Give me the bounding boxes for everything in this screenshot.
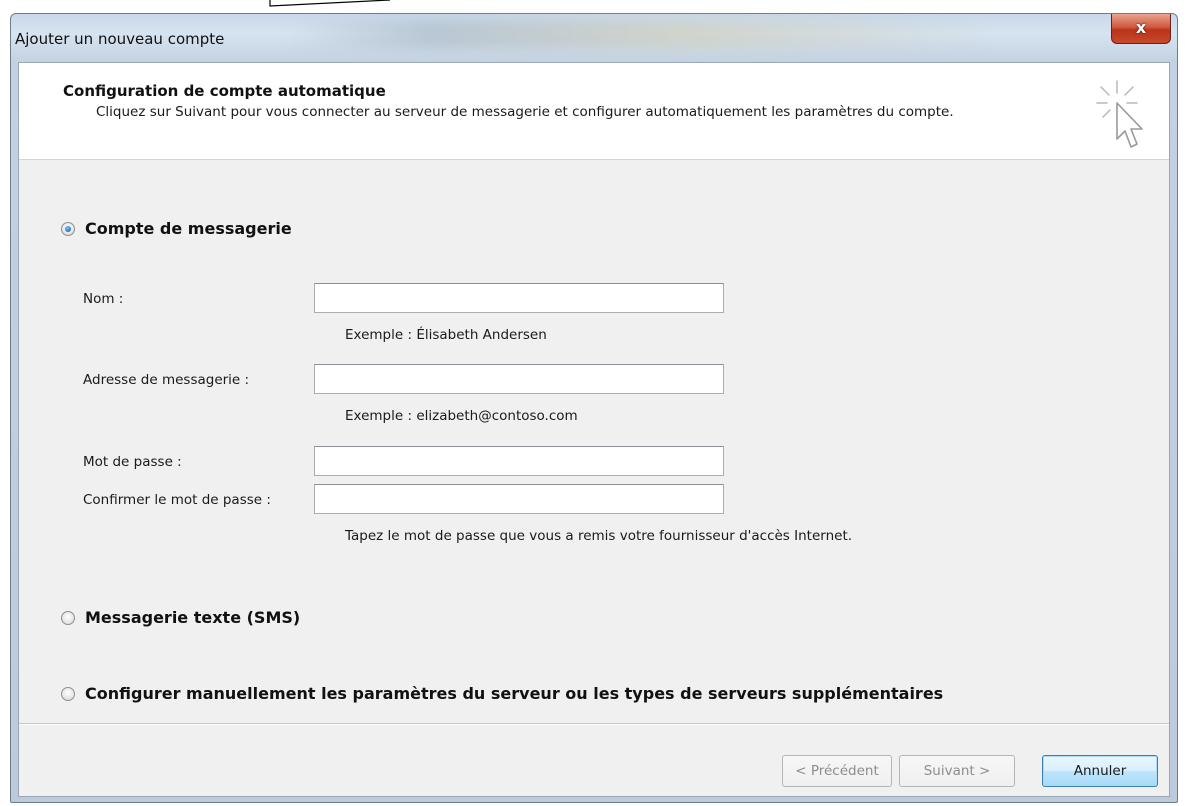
dialog-body: Configuration de compte automatique Cliq… — [18, 62, 1170, 797]
confirm-password-field[interactable] — [314, 484, 724, 514]
wizard-cursor-icon — [1096, 80, 1143, 148]
radio-manual-config-label: Configurer manuellement les paramètres d… — [85, 684, 944, 703]
next-button[interactable]: Suivant > — [899, 755, 1015, 787]
title-bar[interactable]: Ajouter un nouveau compte x — [11, 14, 1177, 62]
email-field[interactable] — [314, 364, 724, 394]
radio-email-account-label: Compte de messagerie — [85, 219, 292, 238]
confirm-password-label: Confirmer le mot de passe : — [83, 492, 271, 508]
screenshot-stage: Ajouter un nouveau compte x Configuratio… — [0, 0, 1188, 806]
previous-button[interactable]: < Précédent — [782, 755, 892, 787]
close-button[interactable]: x — [1111, 14, 1171, 44]
header-description: Cliquez sur Suivant pour vous connecter … — [96, 104, 954, 120]
name-hint: Exemple : Élisabeth Andersen — [345, 327, 547, 343]
cancel-button[interactable]: Annuler — [1042, 755, 1158, 787]
email-hint: Exemple : elizabeth@contoso.com — [345, 408, 578, 424]
radio-manual-config[interactable]: Configurer manuellement les paramètres d… — [61, 684, 943, 703]
password-hint: Tapez le mot de passe que vous a remis v… — [345, 528, 853, 544]
wizard-header: Configuration de compte automatique Cliq… — [19, 63, 1169, 160]
radio-button[interactable] — [61, 610, 75, 625]
close-icon: x — [1135, 18, 1147, 37]
window-title: Ajouter un nouveau compte — [15, 30, 225, 48]
radio-email-account[interactable]: Compte de messagerie — [61, 219, 292, 238]
add-account-dialog: Ajouter un nouveau compte x Configuratio… — [10, 13, 1178, 803]
password-field[interactable] — [314, 446, 724, 476]
title-bar-glass — [291, 20, 991, 48]
header-title: Configuration de compte automatique — [63, 82, 386, 100]
email-label: Adresse de messagerie : — [83, 372, 250, 388]
radio-button-checked[interactable] — [61, 221, 75, 236]
footer-divider — [19, 723, 1169, 725]
password-label: Mot de passe : — [83, 454, 182, 470]
name-field[interactable] — [314, 283, 724, 313]
radio-sms-label: Messagerie texte (SMS) — [85, 608, 301, 627]
radio-sms[interactable]: Messagerie texte (SMS) — [61, 608, 300, 627]
name-label: Nom : — [83, 291, 124, 307]
radio-button[interactable] — [61, 686, 75, 701]
